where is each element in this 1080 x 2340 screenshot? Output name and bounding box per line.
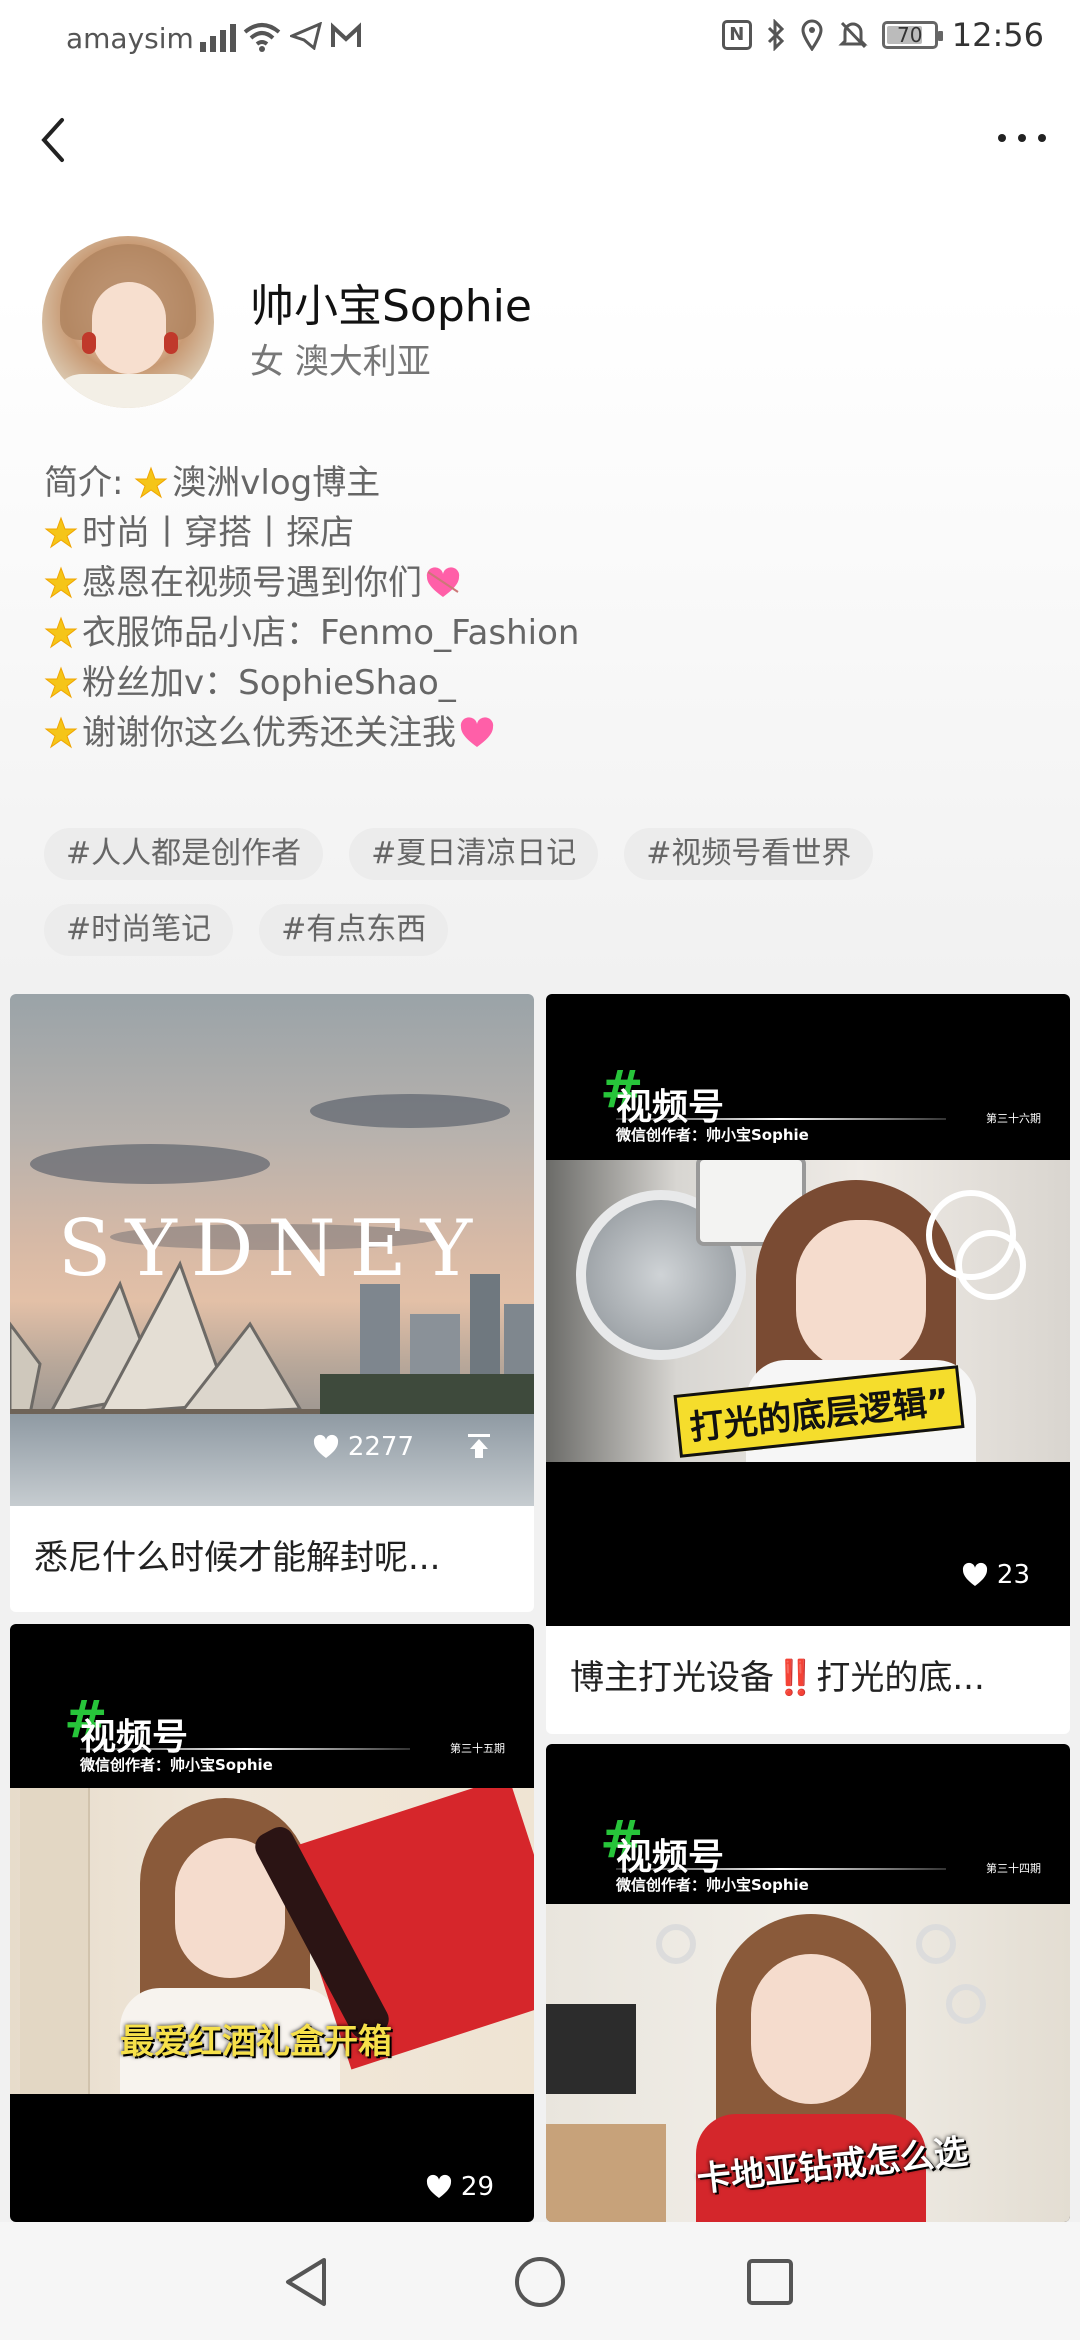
- title-divider: [616, 1118, 946, 1120]
- channel-author: 微信创作者：帅小宝Sophie: [80, 1756, 273, 1774]
- like-count-value: 2277: [347, 1432, 414, 1462]
- star-icon: [44, 716, 78, 749]
- video-card[interactable]: # 视频号 微信创作者：帅小宝Sophie 第三十五期 最爱红酒礼盒开箱 29: [10, 1624, 534, 2222]
- title-divider: [80, 1748, 410, 1750]
- like-count: 2277: [312, 1432, 414, 1462]
- bio-text: 感恩在视频号遇到你们: [82, 563, 422, 603]
- video-thumbnail: SYDNEY 2277: [10, 994, 534, 1506]
- pink-heart-icon: [460, 717, 494, 747]
- video-still: 卡地亚钻戒怎么选: [546, 1904, 1070, 2222]
- episode-label: 第三十五期: [450, 1742, 505, 1755]
- bio-text: 谢谢你这么优秀还关注我: [82, 713, 456, 753]
- bio-line: 感恩在视频号遇到你们: [44, 558, 1044, 608]
- episode-label: 第三十四期: [986, 1862, 1041, 1875]
- status-bar: amaysim N 70 12:56: [0, 0, 1080, 78]
- like-count-value: 23: [996, 1560, 1030, 1590]
- more-horizontal-icon: [998, 134, 1006, 142]
- location-icon: [801, 19, 823, 51]
- video-thumbnail: # 视频号 微信创作者：帅小宝Sophie 第三十六期 打光的底层逻辑” 23: [546, 994, 1070, 1626]
- title-divider: [616, 1868, 946, 1870]
- signal-icon: [200, 22, 236, 52]
- channel-title: 视频号: [616, 1087, 725, 1128]
- star-icon: [44, 666, 78, 699]
- bio-line: 衣服饰品小店：Fenmo_Fashion: [44, 608, 1044, 658]
- channel-author: 微信创作者：帅小宝Sophie: [616, 1126, 809, 1144]
- bio-line: 简介: 澳洲vlog博主: [44, 458, 1044, 508]
- bio-prefix: 简介:: [44, 463, 135, 503]
- avatar[interactable]: [42, 236, 214, 408]
- bio-text: 粉丝加v：SophieShao_: [82, 663, 456, 703]
- nav-home-circle-icon[interactable]: [510, 2252, 570, 2312]
- star-icon: [44, 516, 78, 549]
- bio-text: 时尚丨穿搭丨探店: [82, 513, 354, 553]
- bio-line: 粉丝加v：SophieShao_: [44, 658, 1044, 708]
- battery-icon: 70: [881, 21, 943, 49]
- video-thumbnail: # 视频号 微信创作者：帅小宝Sophie 第三十五期 最爱红酒礼盒开箱 29: [10, 1624, 534, 2222]
- mail-icon: [331, 22, 361, 47]
- video-card[interactable]: # 视频号 微信创作者：帅小宝Sophie 第三十四期 卡地亚钻戒怎么选: [546, 1744, 1070, 2222]
- tag-chip[interactable]: #人人都是创作者: [44, 828, 324, 880]
- nfc-icon: N: [721, 20, 752, 50]
- heart-icon: [313, 1434, 338, 1458]
- tag-chip[interactable]: #有点东西: [259, 904, 449, 956]
- like-count: 29: [425, 2172, 494, 2202]
- star-icon: [134, 466, 168, 499]
- bio-text: 衣服饰品小店：Fenmo_Fashion: [82, 613, 580, 653]
- battery-level: 70: [897, 23, 923, 47]
- tag-chip[interactable]: #时尚笔记: [44, 904, 234, 956]
- video-still: 最爱红酒礼盒开箱: [10, 1788, 534, 2094]
- nav-back-triangle-icon[interactable]: [278, 2252, 338, 2312]
- heart-icon: [962, 1562, 987, 1586]
- channel-author: 微信创作者：帅小宝Sophie: [616, 1876, 809, 1894]
- bio-text: 澳洲vlog博主: [172, 463, 381, 503]
- topic-tags: #人人都是创作者 #夏日清凉日记 #视频号看世界 #时尚笔记 #有点东西: [44, 828, 1044, 956]
- bluetooth-icon: [767, 19, 784, 51]
- video-card[interactable]: # 视频号 微信创作者：帅小宝Sophie 第三十六期 打光的底层逻辑” 23 …: [546, 994, 1070, 1734]
- more-options-button[interactable]: [992, 118, 1052, 158]
- tag-chip[interactable]: #视频号看世界: [624, 828, 874, 880]
- like-count: 23: [961, 1560, 1030, 1590]
- video-card[interactable]: SYDNEY 2277 悉尼什么时候才能解封呢...: [10, 994, 534, 1612]
- wifi-icon: [243, 23, 281, 52]
- heart-arrow-icon: [426, 567, 460, 597]
- thumbnail-banner: 最爱红酒礼盒开箱: [120, 2022, 392, 2062]
- send-icon: [290, 22, 322, 50]
- bio-line: 时尚丨穿搭丨探店: [44, 508, 1044, 558]
- pin-top-icon: [468, 1434, 490, 1458]
- channel-title: 视频号: [80, 1717, 189, 1758]
- video-thumbnail: # 视频号 微信创作者：帅小宝Sophie 第三十四期 卡地亚钻戒怎么选: [546, 1744, 1070, 2222]
- video-caption: 博主打光设备‼️打光的底...: [570, 1658, 985, 1698]
- system-nav-bar: [0, 2222, 1080, 2340]
- profile-name: 帅小宝Sophie: [250, 281, 532, 332]
- bell-off-icon: [838, 21, 868, 49]
- profile-bio: 简介: 澳洲vlog博主 时尚丨穿搭丨探店 感恩在视频号遇到你们 衣服饰品小店：…: [44, 458, 1044, 758]
- nav-recents-square-icon[interactable]: [740, 2252, 800, 2312]
- bio-line: 谢谢你这么优秀还关注我: [44, 708, 1044, 758]
- tag-chip[interactable]: #夏日清凉日记: [349, 828, 599, 880]
- heart-icon: [426, 2174, 451, 2198]
- clock: 12:56: [951, 16, 1044, 54]
- profile-gender-location: 女 澳大利亚: [250, 342, 431, 382]
- thumbnail-overlay-text: SYDNEY: [57, 1204, 487, 1294]
- episode-label: 第三十六期: [986, 1112, 1041, 1125]
- video-still: 打光的底层逻辑”: [546, 1160, 1070, 1462]
- like-count-value: 29: [460, 2172, 494, 2202]
- star-icon: [44, 566, 78, 599]
- back-button[interactable]: [30, 110, 90, 170]
- carrier-label: amaysim: [66, 22, 194, 55]
- channel-title: 视频号: [616, 1837, 725, 1878]
- video-caption: 悉尼什么时候才能解封呢...: [34, 1538, 441, 1578]
- star-icon: [44, 616, 78, 649]
- chevron-left-icon: [41, 118, 64, 162]
